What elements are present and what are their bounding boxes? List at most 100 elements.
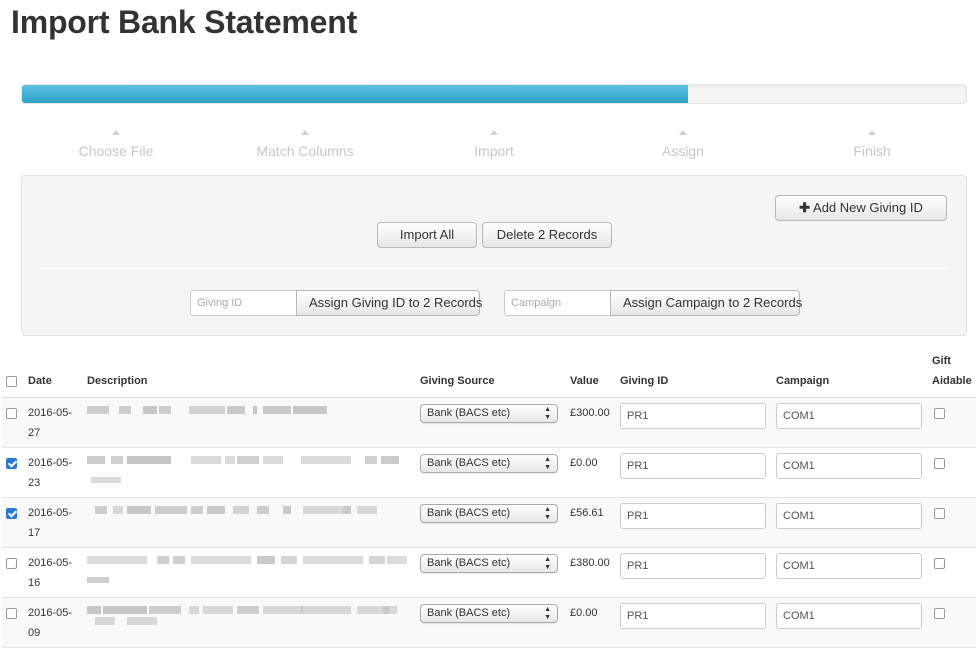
row-select-cell — [2, 547, 24, 598]
gift-aidable-checkbox[interactable] — [934, 608, 945, 619]
row-gift-aidable — [928, 447, 976, 498]
row-giving-id: PR1 — [616, 447, 772, 498]
header-gift-aidable: Gift Aidable — [928, 345, 976, 398]
row-giving-source: Bank (BACS etc) ▲ ▼ — [416, 497, 566, 548]
row-description — [83, 447, 416, 498]
giving-id-field[interactable]: PR1 — [620, 453, 766, 479]
select-arrows-icon: ▲ ▼ — [544, 506, 551, 521]
giving-id-field[interactable]: PR1 — [620, 553, 766, 579]
campaign-field[interactable]: COM1 — [776, 453, 922, 479]
header-date: Date — [24, 345, 83, 398]
add-giving-id-button[interactable]: ✚ Add New Giving ID — [775, 195, 947, 221]
redacted-description — [87, 453, 409, 483]
header-giving-id: Giving ID — [616, 345, 772, 398]
row-select-checkbox[interactable] — [6, 558, 17, 569]
row-date: 2016-05- 23 — [24, 447, 83, 498]
wizard-steps: Choose File Match Columns Import Assign … — [21, 130, 967, 166]
row-giving-id: PR1 — [616, 497, 772, 548]
caret-up-icon — [112, 130, 120, 135]
row-description — [83, 547, 416, 598]
step-label: Import — [474, 143, 514, 159]
step-label: Finish — [853, 143, 891, 159]
table-row: 2016-05- 27 Bank (BACS etc) ▲ ▼ £300.00 PR1… — [2, 397, 976, 448]
row-description — [83, 597, 416, 648]
giving-source-select[interactable]: Bank (BACS etc) ▲ ▼ — [420, 604, 558, 623]
gift-aidable-checkbox[interactable] — [934, 508, 945, 519]
campaign-field[interactable]: COM1 — [776, 503, 922, 529]
table-row: 2016-05- 23 Bank (BACS etc) ▲ ▼ £0.00 PR1 C… — [2, 447, 976, 498]
records-table: Date Description Giving Source Value Giv… — [2, 345, 976, 648]
row-giving-source: Bank (BACS etc) ▲ ▼ — [416, 547, 566, 598]
giving-id-field[interactable]: PR1 — [620, 503, 766, 529]
row-select-cell — [2, 447, 24, 498]
step-assign: Assign — [588, 130, 778, 159]
select-arrows-icon: ▲ ▼ — [544, 406, 551, 421]
plus-icon: ✚ — [799, 200, 811, 215]
select-all-checkbox[interactable] — [6, 376, 17, 387]
caret-up-icon — [490, 130, 498, 135]
table-row: 2016-05- 17 Bank (BACS etc) ▲ ▼ £56.61 PR1 … — [2, 497, 976, 548]
step-choose-file: Choose File — [21, 130, 211, 159]
giving-source-select[interactable]: Bank (BACS etc) ▲ ▼ — [420, 404, 558, 423]
giving-id-field[interactable]: PR1 — [620, 403, 766, 429]
step-label: Assign — [661, 143, 705, 159]
campaign-input[interactable] — [504, 290, 611, 316]
row-select-checkbox[interactable] — [6, 458, 17, 469]
header-giving-source: Giving Source — [416, 345, 566, 398]
gift-aidable-checkbox[interactable] — [934, 408, 945, 419]
row-giving-source: Bank (BACS etc) ▲ ▼ — [416, 597, 566, 648]
row-date: 2016-05- 09 — [24, 597, 83, 648]
row-giving-source: Bank (BACS etc) ▲ ▼ — [416, 397, 566, 448]
row-value: £300.00 — [566, 397, 616, 448]
table-row: 2016-05- 16 Bank (BACS etc) ▲ ▼ £380.00 PR1… — [2, 547, 976, 598]
row-value: £380.00 — [566, 547, 616, 598]
step-finish: Finish — [777, 130, 967, 159]
caret-up-icon — [301, 130, 309, 135]
step-label: Match Columns — [256, 143, 354, 159]
table-row: 2016-05- 09 Bank (BACS etc) ▲ ▼ £0.00 PR1 C… — [2, 597, 976, 648]
row-campaign: COM1 — [772, 597, 928, 648]
redacted-description — [87, 603, 409, 633]
header-value: Value — [566, 345, 616, 398]
caret-up-icon — [868, 130, 876, 135]
row-gift-aidable — [928, 397, 976, 448]
row-date: 2016-05- 16 — [24, 547, 83, 598]
row-select-checkbox[interactable] — [6, 508, 17, 519]
campaign-field[interactable]: COM1 — [776, 553, 922, 579]
row-description — [83, 397, 416, 448]
row-date: 2016-05- 17 — [24, 497, 83, 548]
assign-campaign-button[interactable]: Assign Campaign to 2 Records — [610, 290, 802, 316]
header-description: Description — [83, 345, 416, 398]
giving-id-field[interactable]: PR1 — [620, 603, 766, 629]
giving-source-select[interactable]: Bank (BACS etc) ▲ ▼ — [420, 554, 558, 573]
import-all-button[interactable]: Import All — [377, 222, 477, 248]
gift-aidable-checkbox[interactable] — [934, 558, 945, 569]
caret-up-icon — [679, 130, 687, 135]
row-giving-id: PR1 — [616, 397, 772, 448]
row-value: £0.00 — [566, 447, 616, 498]
row-giving-id: PR1 — [616, 547, 772, 598]
assign-giving-id-button[interactable]: Assign Giving ID to 2 Records — [296, 290, 482, 316]
row-select-checkbox[interactable] — [6, 408, 17, 419]
import-progress-bar — [21, 84, 967, 104]
campaign-field[interactable]: COM1 — [776, 603, 922, 629]
row-select-checkbox[interactable] — [6, 608, 17, 619]
row-giving-id: PR1 — [616, 597, 772, 648]
row-gift-aidable — [928, 497, 976, 548]
campaign-field[interactable]: COM1 — [776, 403, 922, 429]
giving-source-select[interactable]: Bank (BACS etc) ▲ ▼ — [420, 454, 558, 473]
row-campaign: COM1 — [772, 497, 928, 548]
redacted-description — [87, 403, 409, 433]
header-campaign: Campaign — [772, 345, 928, 398]
gift-aidable-checkbox[interactable] — [934, 458, 945, 469]
row-select-cell — [2, 497, 24, 548]
row-description — [83, 497, 416, 548]
row-giving-source: Bank (BACS etc) ▲ ▼ — [416, 447, 566, 498]
giving-id-input[interactable] — [190, 290, 297, 316]
panel-divider — [40, 268, 948, 269]
row-date: 2016-05- 27 — [24, 397, 83, 448]
select-all-cell — [2, 345, 24, 398]
delete-records-button[interactable]: Delete 2 Records — [482, 222, 612, 248]
giving-source-select[interactable]: Bank (BACS etc) ▲ ▼ — [420, 504, 558, 523]
step-import: Import — [399, 130, 589, 159]
